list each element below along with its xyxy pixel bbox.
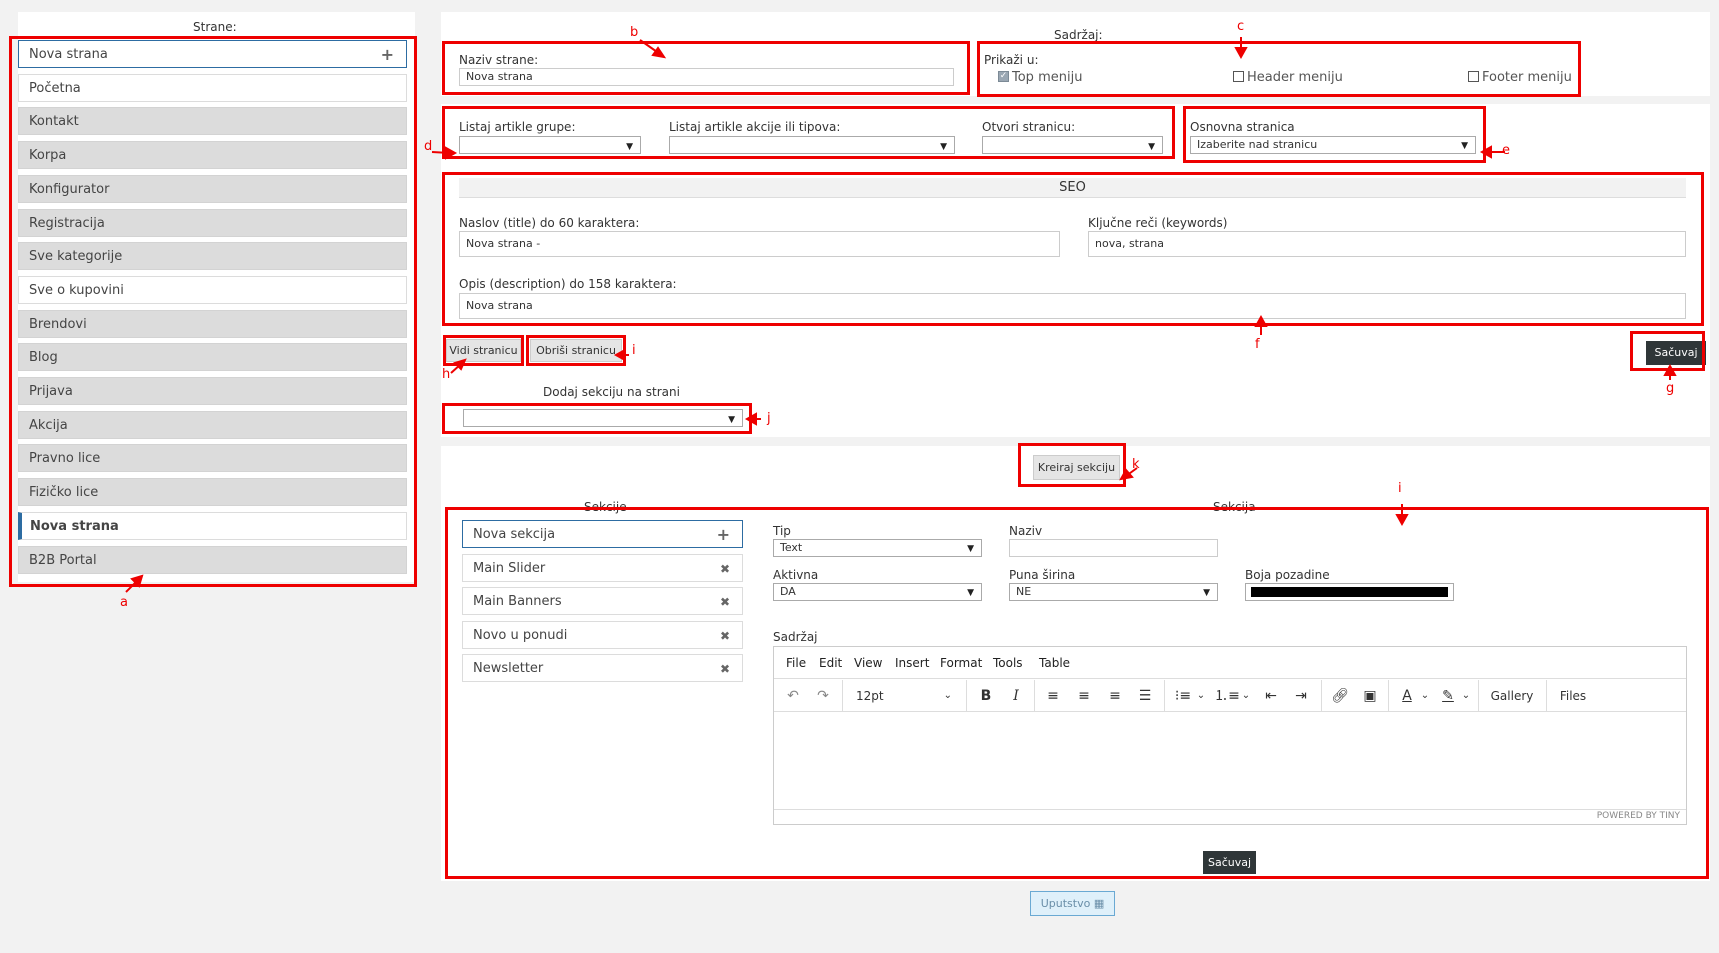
annotation-arrows — [125, 37, 1677, 593]
